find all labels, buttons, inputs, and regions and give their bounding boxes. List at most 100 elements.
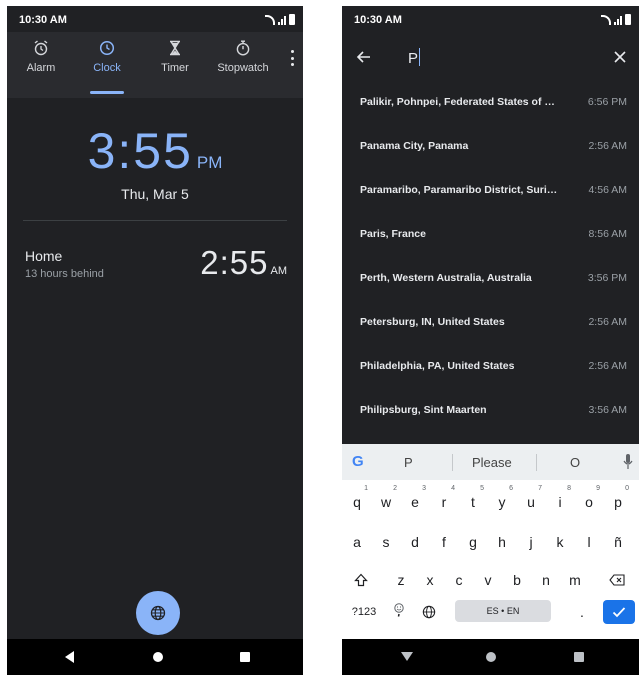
key-i[interactable]: i8 <box>547 485 573 516</box>
backspace-icon <box>609 574 625 586</box>
search-bar <box>342 32 639 82</box>
tab-alarm-label: Alarm <box>26 62 56 74</box>
enter-key[interactable] <box>603 600 635 624</box>
stopwatch-icon <box>236 40 250 56</box>
city-time: 6:56 PM <box>587 96 627 108</box>
city-time: 3:56 PM <box>587 272 627 284</box>
recents-nav-icon[interactable] <box>574 652 584 662</box>
active-tab-indicator <box>90 91 124 94</box>
tab-clock-label: Clock <box>93 62 121 74</box>
key-m[interactable]: m <box>562 566 588 594</box>
alarm-icon <box>34 40 48 56</box>
key-s[interactable]: s <box>373 528 399 556</box>
backspace-key[interactable] <box>604 566 630 594</box>
checkmark-icon <box>612 607 626 618</box>
city-result-item[interactable]: Paris, France 8:56 AM <box>342 214 639 258</box>
key-k[interactable]: k <box>547 528 573 556</box>
tab-bar: Alarm Clock Timer Stopwatch <box>7 32 303 98</box>
add-city-button[interactable] <box>136 591 180 635</box>
symbols-key[interactable]: ?123 <box>344 598 384 626</box>
key-w[interactable]: w2 <box>373 485 399 516</box>
suggestion-divider <box>536 454 537 471</box>
key-r[interactable]: r4 <box>431 485 457 516</box>
key-l[interactable]: l <box>576 528 602 556</box>
home-time-ampm: AM <box>270 265 288 277</box>
city-time: 3:56 AM <box>588 404 627 416</box>
key-o[interactable]: o9 <box>576 485 602 516</box>
city-search-input[interactable] <box>408 48 588 68</box>
key-t[interactable]: t5 <box>460 485 486 516</box>
suggestion-2[interactable]: Please <box>472 455 512 470</box>
city-result-item[interactable]: Petersburg, IN, United States 2:56 AM <box>342 302 639 346</box>
key-v[interactable]: v <box>475 566 501 594</box>
city-result-item[interactable]: Paramaribo, Paramaribo District, Surinam… <box>342 170 639 214</box>
key-z[interactable]: z <box>388 566 414 594</box>
key-h[interactable]: h <box>489 528 515 556</box>
city-results-list: Palikir, Pohnpei, Federated States of Mi… <box>342 82 639 434</box>
status-time: 10:30 AM <box>354 14 402 26</box>
language-key[interactable] <box>416 598 442 626</box>
key-n-tilde[interactable]: ñ <box>605 528 631 556</box>
home-offset-text: 13 hours behind <box>25 268 104 280</box>
current-date: Thu, Mar 5 <box>121 186 189 202</box>
signal-icon <box>278 16 286 25</box>
shift-icon <box>354 573 368 587</box>
city-name: Philipsburg, Sint Maarten <box>360 404 487 416</box>
key-p[interactable]: p0 <box>605 485 631 516</box>
key-x[interactable]: x <box>417 566 443 594</box>
home-nav-icon[interactable] <box>153 652 163 662</box>
city-result-item[interactable]: Philipsburg, Sint Maarten 3:56 AM <box>342 390 639 434</box>
text-cursor <box>419 48 420 66</box>
key-a[interactable]: a <box>344 528 370 556</box>
close-icon[interactable] <box>613 50 627 64</box>
suggestion-3[interactable]: O <box>570 455 580 470</box>
signal-icon <box>614 16 622 25</box>
key-j[interactable]: j <box>518 528 544 556</box>
status-icons <box>265 14 295 25</box>
city-time: 4:56 AM <box>588 184 627 196</box>
clock-screen: 10:30 AM Alarm Clock Timer Stopwatch 3:5… <box>7 6 303 675</box>
key-b[interactable]: b <box>504 566 530 594</box>
key-g[interactable]: g <box>460 528 486 556</box>
main-clock: 3:55 PM <box>7 122 303 180</box>
suggestion-1[interactable]: P <box>404 455 413 470</box>
google-logo-icon[interactable]: G <box>352 453 364 470</box>
city-result-item[interactable]: Panama City, Panama 2:56 AM <box>342 126 639 170</box>
city-result-item[interactable]: Philadelphia, PA, United States 2:56 AM <box>342 346 639 390</box>
tab-stopwatch[interactable]: Stopwatch <box>211 40 275 74</box>
hide-keyboard-icon[interactable] <box>401 652 413 661</box>
key-c[interactable]: c <box>446 566 472 594</box>
tab-clock[interactable]: Clock <box>75 40 139 74</box>
space-key[interactable]: ES • EN <box>455 600 551 622</box>
home-city-name: Home <box>25 248 63 264</box>
city-result-item[interactable]: Perth, Western Australia, Australia 3:56… <box>342 258 639 302</box>
emoji-key[interactable] <box>386 598 412 626</box>
key-e[interactable]: e3 <box>402 485 428 516</box>
city-search-screen: 10:30 AM Palikir, Pohnpei, Federated Sta… <box>342 6 639 675</box>
main-clock-time: 3:55 <box>87 123 193 179</box>
microphone-icon[interactable] <box>623 453 633 471</box>
status-bar: 10:30 AM <box>7 6 303 32</box>
city-result-item[interactable]: Palikir, Pohnpei, Federated States of Mi… <box>342 82 639 126</box>
city-name: Paramaribo, Paramaribo District, Surinam… <box>360 184 560 196</box>
back-nav-icon[interactable] <box>65 651 74 663</box>
back-arrow-icon[interactable] <box>356 49 372 65</box>
key-y[interactable]: y6 <box>489 485 515 516</box>
recents-nav-icon[interactable] <box>240 652 250 662</box>
shift-key[interactable] <box>348 566 374 594</box>
period-key[interactable]: . <box>569 598 595 626</box>
key-d[interactable]: d <box>402 528 428 556</box>
tab-timer[interactable]: Timer <box>143 40 207 74</box>
city-name: Petersburg, IN, United States <box>360 316 505 328</box>
globe-icon <box>150 605 166 621</box>
main-clock-ampm: PM <box>196 153 223 172</box>
home-nav-icon[interactable] <box>486 652 496 662</box>
key-q[interactable]: q1 <box>344 485 370 516</box>
tab-stopwatch-label: Stopwatch <box>217 62 269 74</box>
key-n[interactable]: n <box>533 566 559 594</box>
key-u[interactable]: u7 <box>518 485 544 516</box>
home-time-digits: 2:55 <box>200 244 269 281</box>
tab-alarm[interactable]: Alarm <box>9 40 73 74</box>
key-f[interactable]: f <box>431 528 457 556</box>
more-options-icon[interactable] <box>291 50 295 66</box>
